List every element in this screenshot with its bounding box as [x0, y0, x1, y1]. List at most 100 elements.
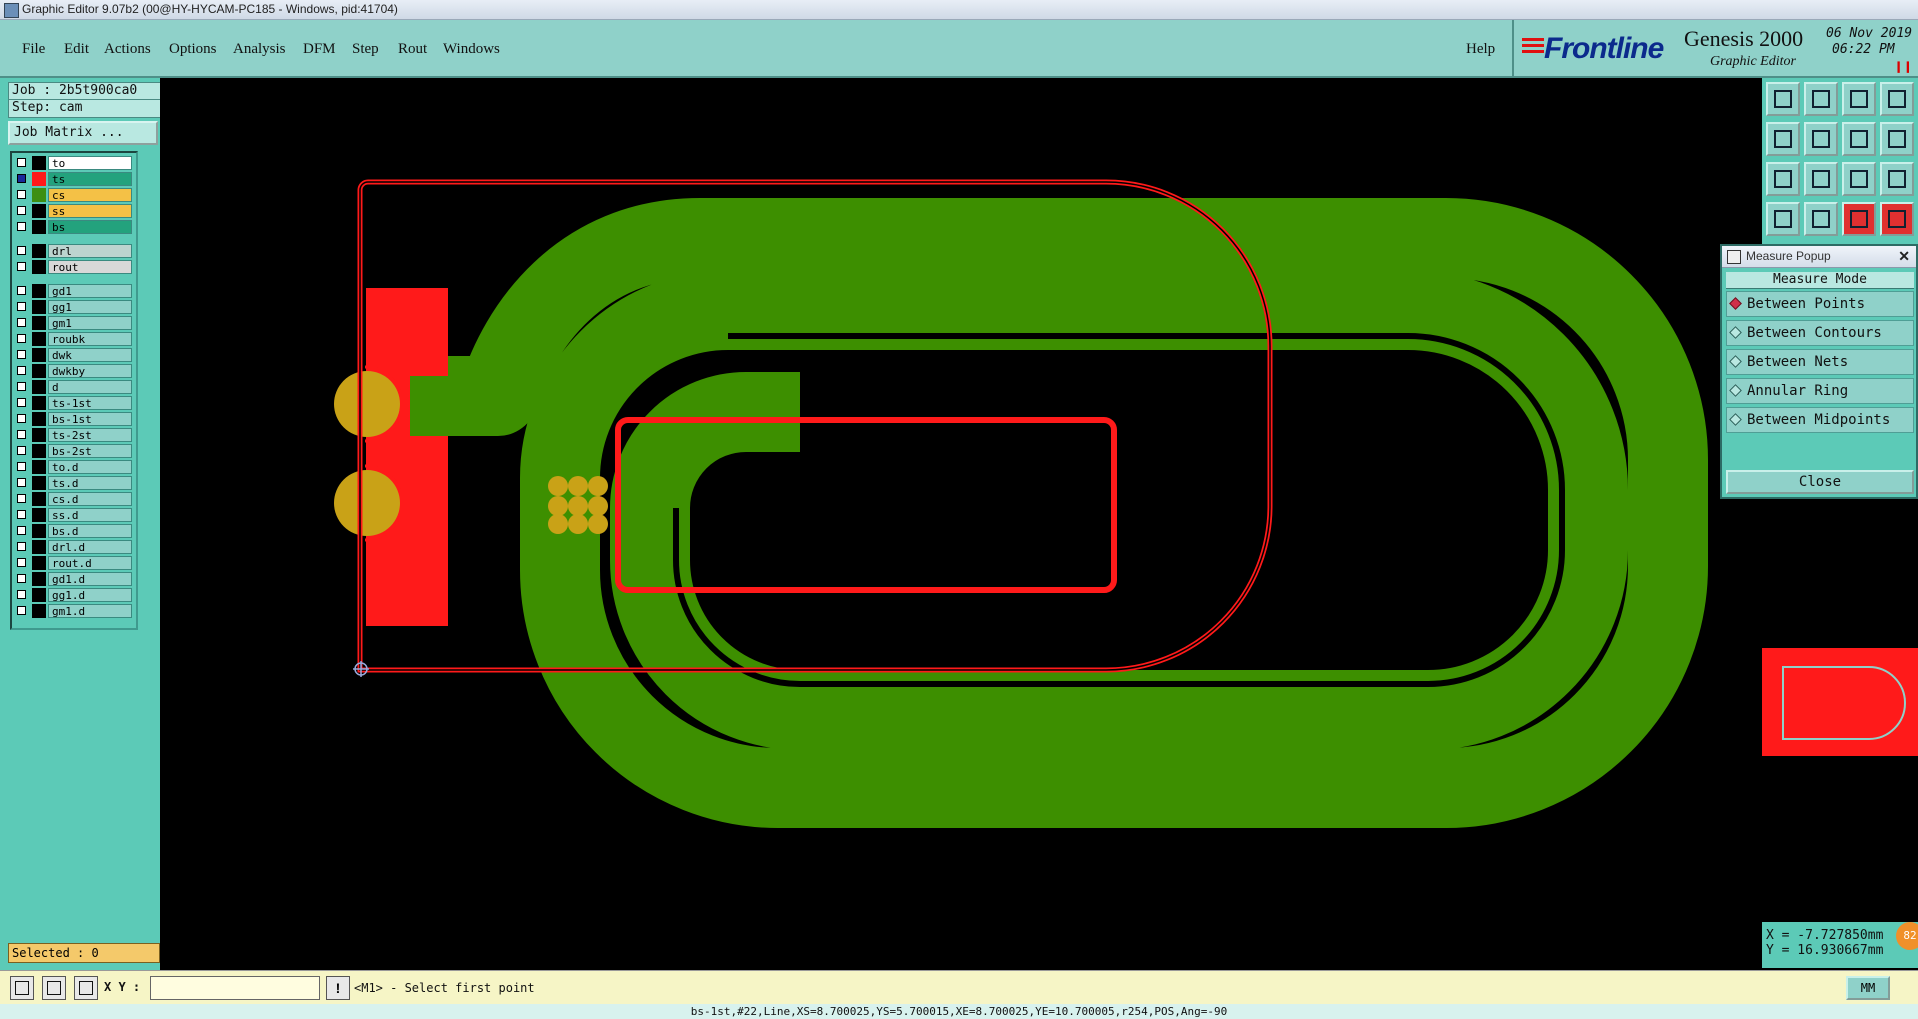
- close-icon[interactable]: ✕: [1898, 246, 1910, 266]
- layer-name[interactable]: ss: [48, 204, 132, 218]
- layer-name[interactable]: ss.d: [48, 508, 132, 522]
- layer-name[interactable]: gd1: [48, 284, 132, 298]
- layer-row-rout-d[interactable]: rout.d: [14, 556, 132, 570]
- layer-color-swatch[interactable]: [32, 476, 46, 490]
- option-between-points[interactable]: Between Points: [1726, 291, 1914, 317]
- layer-checkbox[interactable]: [17, 398, 26, 407]
- menu-rout[interactable]: Rout: [398, 41, 427, 58]
- layer-name[interactable]: rout.d: [48, 556, 132, 570]
- layer-name[interactable]: dwkby: [48, 364, 132, 378]
- option-between-contours[interactable]: Between Contours: [1726, 320, 1914, 346]
- layer-row-d[interactable]: d: [14, 380, 132, 394]
- layer-name[interactable]: ts.d: [48, 476, 132, 490]
- alert-button[interactable]: !: [326, 976, 350, 1000]
- layer-color-swatch[interactable]: [32, 284, 46, 298]
- layer-checkbox[interactable]: [17, 334, 26, 343]
- layer-name[interactable]: cs: [48, 188, 132, 202]
- layer-row-to-d[interactable]: to.d: [14, 460, 132, 474]
- grid-mode-icon[interactable]: [74, 976, 98, 1000]
- layer-row-bs-2st[interactable]: bs-2st: [14, 444, 132, 458]
- layer-checkbox[interactable]: [17, 462, 26, 471]
- tool-measure-icon[interactable]: [1766, 202, 1800, 236]
- layer-color-swatch[interactable]: [32, 508, 46, 522]
- layer-color-swatch[interactable]: [32, 380, 46, 394]
- layer-name[interactable]: gd1.d: [48, 572, 132, 586]
- tool-net-red-icon[interactable]: [1842, 202, 1876, 236]
- layer-name[interactable]: dwk: [48, 348, 132, 362]
- menu-step[interactable]: Step: [352, 41, 379, 58]
- layer-color-swatch[interactable]: [32, 260, 46, 274]
- tool-snap-icon[interactable]: [1880, 122, 1914, 156]
- layer-row-rout[interactable]: rout: [14, 260, 132, 274]
- layer-row-dwkby[interactable]: dwkby: [14, 364, 132, 378]
- layer-checkbox[interactable]: [17, 510, 26, 519]
- tool-highlight-red-icon[interactable]: [1880, 202, 1914, 236]
- layer-name[interactable]: bs: [48, 220, 132, 234]
- layer-color-swatch[interactable]: [32, 524, 46, 538]
- layer-row-ss[interactable]: ss: [14, 204, 132, 218]
- layer-checkbox[interactable]: [17, 350, 26, 359]
- layer-checkbox[interactable]: [17, 222, 26, 231]
- layer-row-cs[interactable]: cs: [14, 188, 132, 202]
- edit-mode-icon[interactable]: [42, 976, 66, 1000]
- menu-options[interactable]: Options: [169, 41, 217, 58]
- notification-badge[interactable]: 82: [1896, 922, 1918, 950]
- layer-row-gd1-d[interactable]: gd1.d: [14, 572, 132, 586]
- layer-color-swatch[interactable]: [32, 204, 46, 218]
- layer-row-dwk[interactable]: dwk: [14, 348, 132, 362]
- layer-color-swatch[interactable]: [32, 300, 46, 314]
- layer-row-to[interactable]: to: [14, 156, 132, 170]
- layer-name[interactable]: gg1: [48, 300, 132, 314]
- unit-button[interactable]: MM: [1846, 976, 1890, 1000]
- layer-color-swatch[interactable]: [32, 428, 46, 442]
- tool-zoom-in-icon[interactable]: [1804, 162, 1838, 196]
- menu-edit[interactable]: Edit: [64, 41, 89, 58]
- tool-pan-left-icon[interactable]: [1766, 122, 1800, 156]
- layer-row-bs-1st[interactable]: bs-1st: [14, 412, 132, 426]
- graphic-canvas[interactable]: [160, 78, 1762, 970]
- layer-name[interactable]: ts-1st: [48, 396, 132, 410]
- layer-name[interactable]: bs-2st: [48, 444, 132, 458]
- layer-color-swatch[interactable]: [32, 244, 46, 258]
- xy-input[interactable]: [150, 976, 320, 1000]
- layer-color-swatch[interactable]: [32, 540, 46, 554]
- layer-color-swatch[interactable]: [32, 588, 46, 602]
- tool-split-view-icon[interactable]: [1880, 82, 1914, 116]
- layer-row-roubk[interactable]: roubk: [14, 332, 132, 346]
- layer-row-ts-2st[interactable]: ts-2st: [14, 428, 132, 442]
- layer-color-swatch[interactable]: [32, 412, 46, 426]
- layer-checkbox[interactable]: [17, 366, 26, 375]
- layer-color-swatch[interactable]: [32, 332, 46, 346]
- tool-probe-icon[interactable]: [1804, 202, 1838, 236]
- tool-pan-right-icon[interactable]: [1804, 122, 1838, 156]
- tool-zoom-fit-icon[interactable]: [1766, 162, 1800, 196]
- tool-zoom-1to2-icon[interactable]: [1842, 162, 1876, 196]
- menu-windows[interactable]: Windows: [443, 41, 500, 58]
- option-between-nets[interactable]: Between Nets: [1726, 349, 1914, 375]
- select-mode-icon[interactable]: [10, 976, 34, 1000]
- layer-checkbox[interactable]: [17, 494, 26, 503]
- option-between-midpoints[interactable]: Between Midpoints: [1726, 407, 1914, 433]
- layer-color-swatch[interactable]: [32, 572, 46, 586]
- layer-checkbox[interactable]: [17, 246, 26, 255]
- job-matrix-button[interactable]: Job Matrix ...: [8, 121, 158, 145]
- layer-color-swatch[interactable]: [32, 460, 46, 474]
- tool-layer-down-icon[interactable]: [1804, 82, 1838, 116]
- tool-redraw-icon[interactable]: [1842, 122, 1876, 156]
- layer-name[interactable]: drl: [48, 244, 132, 258]
- layer-name[interactable]: rout: [48, 260, 132, 274]
- layer-checkbox[interactable]: [17, 262, 26, 271]
- layer-row-drl-d[interactable]: drl.d: [14, 540, 132, 554]
- layer-color-swatch[interactable]: [32, 364, 46, 378]
- layer-checkbox[interactable]: [17, 318, 26, 327]
- layer-row-bs[interactable]: bs: [14, 220, 132, 234]
- layer-row-bs-d[interactable]: bs.d: [14, 524, 132, 538]
- layer-color-swatch[interactable]: [32, 348, 46, 362]
- tool-query-icon[interactable]: [1880, 162, 1914, 196]
- layer-checkbox[interactable]: [17, 478, 26, 487]
- layer-name[interactable]: to.d: [48, 460, 132, 474]
- layer-color-swatch[interactable]: [32, 316, 46, 330]
- layer-name[interactable]: ts-2st: [48, 428, 132, 442]
- menu-file[interactable]: File: [22, 41, 45, 58]
- layer-name[interactable]: bs-1st: [48, 412, 132, 426]
